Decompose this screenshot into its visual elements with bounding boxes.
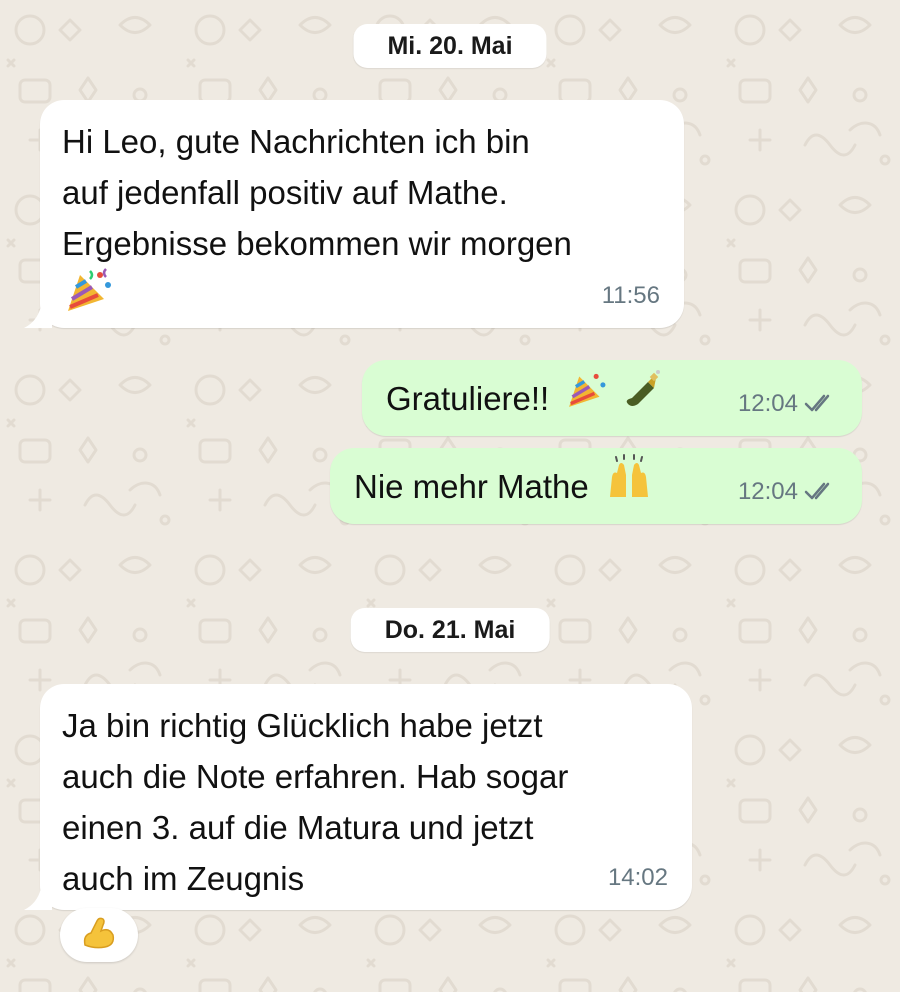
incoming-message[interactable]: Hi Leo, gute Nachrichten ich bin auf jed… [40,100,684,328]
bubble-tail [24,300,52,328]
bubble-tail [24,882,52,910]
read-ticks-icon [804,395,830,412]
message-text: Gratuliere!! [386,380,550,417]
chat-conversation: Mi. 20. Mai Hi Leo, gute Nachrichten ich… [0,0,900,992]
party-popper-icon [62,265,114,331]
message-meta: 11:56 [602,277,660,314]
incoming-message[interactable]: Ja bin richtig Glücklich habe jetzt auch… [40,684,692,910]
read-ticks-icon [804,483,830,500]
message-reaction[interactable] [60,908,138,962]
message-meta: 12:04 [738,473,838,510]
date-separator: Do. 21. Mai [350,608,550,652]
message-time: 11:56 [601,281,660,309]
message-time: 12:04 [737,389,798,417]
message-text: Hi Leo, gute Nachrichten ich bin auf jed… [62,123,572,263]
raising-hands-icon [604,453,654,517]
message-meta: 14:02 [608,859,668,896]
message-text: Nie mehr Mathe [354,468,589,505]
outgoing-message[interactable]: Gratuliere!! 12:04 [362,360,862,436]
date-separator: Mi. 20. Mai [353,24,547,68]
outgoing-message[interactable]: Nie mehr Mathe 12:04 [330,448,862,524]
flexed-biceps-icon [81,915,117,956]
message-text: Ja bin richtig Glücklich habe jetzt auch… [62,707,569,898]
message-time: 14:02 [607,863,668,891]
party-popper-icon [564,368,608,426]
date-label: Mi. 20. Mai [387,32,513,60]
message-meta: 12:04 [738,385,838,422]
message-time: 12:04 [737,477,798,505]
champagne-bottle-icon [618,368,662,426]
date-label: Do. 21. Mai [384,616,516,644]
